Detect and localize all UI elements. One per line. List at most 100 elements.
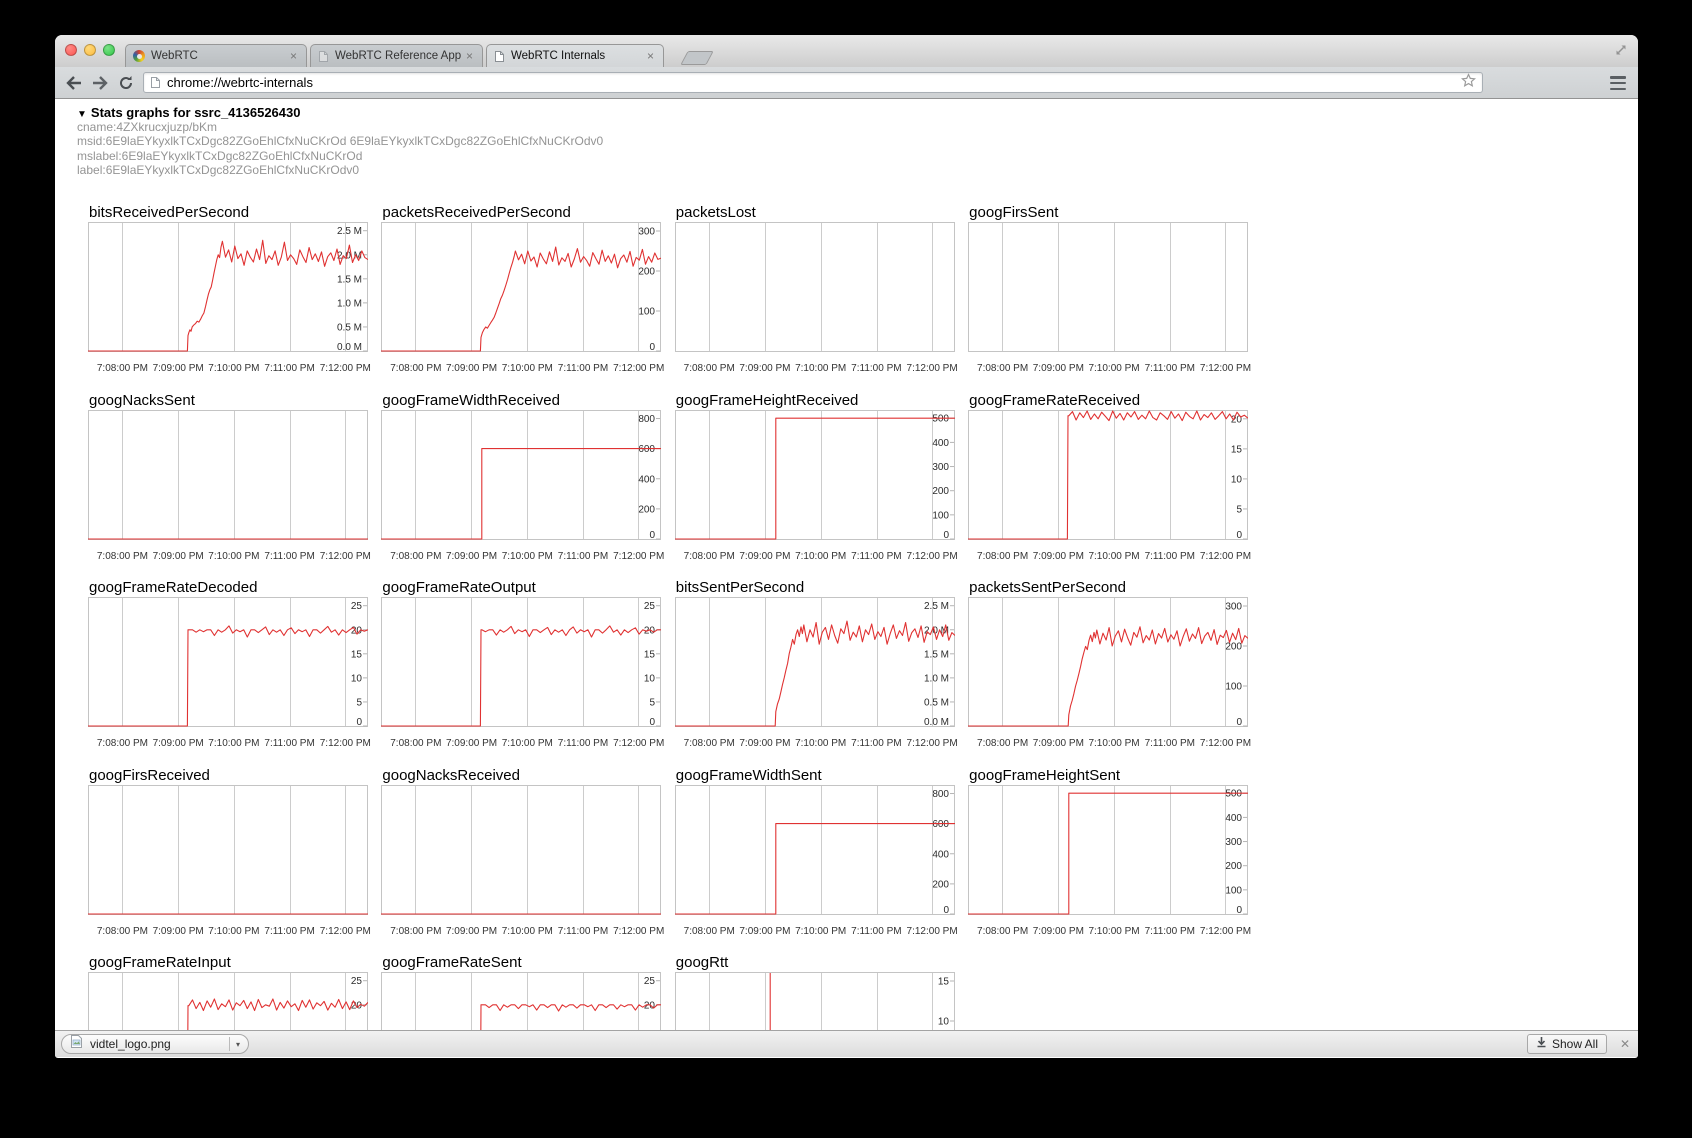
y-axis-tick-label: 400 bbox=[932, 849, 949, 860]
y-axis-tick-label: 0.5 M bbox=[924, 697, 949, 708]
chrome-menu-icon[interactable] bbox=[1610, 76, 1626, 90]
x-axis-tick-label: 7:12:00 PM bbox=[608, 363, 670, 374]
y-axis-tick-label: 25 bbox=[351, 976, 363, 987]
download-dropdown-caret-icon[interactable]: ▾ bbox=[236, 1040, 240, 1049]
y-axis-tick-label: 400 bbox=[639, 474, 656, 485]
y-axis-tick-label: 300 bbox=[1225, 837, 1242, 848]
reload-button[interactable] bbox=[115, 73, 137, 93]
y-axis-tick-label: 25 bbox=[644, 976, 656, 987]
new-tab-button[interactable] bbox=[680, 51, 713, 65]
x-axis-labels: 7:08:00 PM7:09:00 PM7:10:00 PM7:11:00 PM… bbox=[381, 363, 661, 377]
x-axis-tick-label: 7:11:00 PM bbox=[552, 926, 614, 937]
x-axis-labels: 7:08:00 PM7:09:00 PM7:10:00 PM7:11:00 PM… bbox=[381, 551, 661, 565]
x-axis-tick-label: 7:11:00 PM bbox=[259, 926, 321, 937]
back-button[interactable] bbox=[63, 73, 85, 93]
chart-googFirsSent: googFirsSent 7:08:00 PM7:09:00 PM7:10:00 … bbox=[968, 203, 1261, 391]
y-axis-tick-label: 100 bbox=[1225, 885, 1242, 896]
x-axis-tick-label: 7:10:00 PM bbox=[496, 551, 558, 562]
y-axis-tick-label: 0 bbox=[943, 905, 949, 915]
close-download-shelf-icon[interactable]: ✕ bbox=[1620, 1037, 1630, 1051]
traffic-lights bbox=[65, 44, 115, 56]
x-axis-tick-label: 7:12:00 PM bbox=[901, 363, 963, 374]
x-axis-labels: 7:08:00 PM7:09:00 PM7:10:00 PM7:11:00 PM… bbox=[968, 926, 1248, 940]
chart-googFrameRateDecoded: googFrameRateDecoded25201510507:08:00 PM… bbox=[88, 578, 381, 766]
chart-plot: 2520151050 bbox=[381, 597, 661, 727]
y-axis-tick-label: 800 bbox=[932, 789, 949, 800]
chart-plot bbox=[88, 410, 368, 540]
x-axis-tick-label: 7:09:00 PM bbox=[147, 363, 209, 374]
x-axis-tick-label: 7:08:00 PM bbox=[972, 363, 1034, 374]
x-axis-tick-label: 7:09:00 PM bbox=[734, 363, 796, 374]
page-icon bbox=[150, 76, 161, 89]
y-axis-tick-label: 0 bbox=[356, 717, 362, 727]
y-axis-tick-label: 1.0 M bbox=[924, 673, 949, 684]
window-titlebar[interactable]: WebRTC × WebRTC Reference App × WebRTC I… bbox=[55, 35, 1638, 67]
url-text[interactable]: chrome://webrtc-internals bbox=[167, 75, 1461, 90]
stats-charts-grid: bitsReceivedPerSecond2.5 M2.0 M1.5 M1.0 … bbox=[88, 203, 1262, 1030]
y-axis-tick-label: 300 bbox=[932, 462, 949, 473]
browser-window: WebRTC × WebRTC Reference App × WebRTC I… bbox=[55, 35, 1638, 1058]
x-axis-tick-label: 7:10:00 PM bbox=[203, 926, 265, 937]
chart-googFrameRateOutput: googFrameRateOutput25201510507:08:00 PM7… bbox=[381, 578, 674, 766]
chart-packetsReceivedPerSecond: packetsReceivedPerSecond30020010007:08:0… bbox=[381, 203, 674, 391]
x-axis-tick-label: 7:12:00 PM bbox=[608, 926, 670, 937]
chart-plot: 2520 bbox=[88, 972, 368, 1030]
stats-section-title[interactable]: ▼Stats graphs for ssrc_4136526430 bbox=[77, 105, 603, 120]
chart-title: googFrameRateOutput bbox=[382, 578, 674, 597]
x-axis-tick-label: 7:10:00 PM bbox=[790, 738, 852, 749]
cname-line: cname:4ZXkrucxjuzp/bKm bbox=[77, 120, 603, 134]
x-axis-tick-label: 7:08:00 PM bbox=[91, 363, 153, 374]
bookmark-star-icon[interactable] bbox=[1461, 73, 1476, 93]
msid-line: msid:6E9laEYkyxlkTCxDgc82ZGoEhlCfxNuCKrO… bbox=[77, 134, 603, 148]
chart-plot: 20151050 bbox=[968, 410, 1248, 540]
x-axis-tick-label: 7:10:00 PM bbox=[203, 551, 265, 562]
zoom-window-icon[interactable] bbox=[103, 44, 115, 56]
x-axis-tick-label: 7:09:00 PM bbox=[1027, 926, 1089, 937]
y-axis-tick-label: 2.5 M bbox=[924, 601, 949, 612]
tab-webrtc[interactable]: WebRTC × bbox=[125, 44, 307, 67]
x-axis-labels: 7:08:00 PM7:09:00 PM7:10:00 PM7:11:00 PM… bbox=[675, 738, 955, 752]
y-axis-tick-label: 1.0 M bbox=[337, 298, 362, 309]
x-axis-tick-label: 7:08:00 PM bbox=[972, 738, 1034, 749]
close-window-icon[interactable] bbox=[65, 44, 77, 56]
y-axis-tick-label: 0 bbox=[650, 342, 656, 352]
x-axis-tick-label: 7:08:00 PM bbox=[91, 551, 153, 562]
tab-close-icon[interactable]: × bbox=[464, 50, 475, 62]
chart-title: googFrameRateReceived bbox=[969, 391, 1261, 410]
fullscreen-icon[interactable] bbox=[1614, 43, 1628, 62]
chart-title: packetsReceivedPerSecond bbox=[382, 203, 674, 222]
tab-webrtc-internals[interactable]: WebRTC Internals × bbox=[486, 44, 664, 67]
y-axis-tick-label: 1.5 M bbox=[337, 274, 362, 285]
x-axis-tick-label: 7:11:00 PM bbox=[552, 738, 614, 749]
collapse-arrow-icon[interactable]: ▼ bbox=[77, 109, 87, 120]
chart-title: googFirsReceived bbox=[89, 766, 381, 785]
x-axis-labels: 7:08:00 PM7:09:00 PM7:10:00 PM7:11:00 PM… bbox=[968, 363, 1248, 377]
y-axis-tick-label: 5 bbox=[1237, 504, 1243, 515]
y-axis-tick-label: 300 bbox=[639, 227, 656, 238]
y-axis-tick-label: 0 bbox=[650, 530, 656, 540]
show-all-downloads-button[interactable]: Show All bbox=[1527, 1034, 1607, 1054]
x-axis-tick-label: 7:10:00 PM bbox=[1083, 926, 1145, 937]
y-axis-tick-label: 25 bbox=[644, 601, 656, 612]
y-axis-tick-label: 100 bbox=[1225, 682, 1242, 693]
download-item-button[interactable]: vidtel_logo.png ▾ bbox=[61, 1034, 249, 1054]
x-axis-tick-label: 7:08:00 PM bbox=[972, 926, 1034, 937]
x-axis-tick-label: 7:11:00 PM bbox=[552, 551, 614, 562]
tab-title: WebRTC Internals bbox=[511, 50, 645, 62]
chart-title: bitsSentPerSecond bbox=[676, 578, 968, 597]
tab-close-icon[interactable]: × bbox=[288, 50, 299, 62]
tab-webrtc-reference-app[interactable]: WebRTC Reference App × bbox=[310, 44, 483, 67]
chart-title: googFirsSent bbox=[969, 203, 1261, 222]
minimize-window-icon[interactable] bbox=[84, 44, 96, 56]
chart-packetsSentPerSecond: packetsSentPerSecond30020010007:08:00 PM… bbox=[968, 578, 1261, 766]
tab-close-icon[interactable]: × bbox=[645, 50, 656, 62]
chart-title: packetsLost bbox=[676, 203, 968, 222]
forward-button[interactable] bbox=[89, 73, 111, 93]
chart-title: googFrameHeightReceived bbox=[676, 391, 968, 410]
x-axis-tick-label: 7:09:00 PM bbox=[147, 738, 209, 749]
chart-title: googNacksSent bbox=[89, 391, 381, 410]
url-bar[interactable]: chrome://webrtc-internals bbox=[143, 72, 1483, 93]
y-axis-tick-label: 5 bbox=[650, 697, 656, 708]
y-axis-tick-label: 15 bbox=[938, 977, 950, 988]
chart-title: googRtt bbox=[676, 953, 968, 972]
